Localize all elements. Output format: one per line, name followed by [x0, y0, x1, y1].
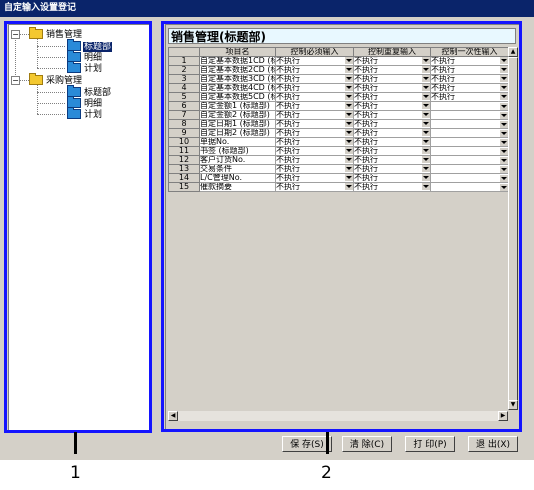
callout-number: 2: [321, 463, 332, 483]
clear-button[interactable]: 清 除(C): [342, 436, 392, 452]
callout-number: 1: [70, 463, 81, 483]
callout-frame-panel: [161, 21, 522, 432]
window-title: 自定输入设置登记: [4, 3, 77, 13]
save-button[interactable]: 保 存(S): [282, 436, 332, 452]
print-button[interactable]: 打 印(P): [405, 436, 455, 452]
title-bar: 自定输入设置登记: [0, 0, 534, 17]
callout-leader: [74, 432, 77, 454]
callout-frame-tree: [4, 21, 152, 433]
exit-button[interactable]: 退 出(X): [468, 436, 518, 452]
callout-leader: [326, 432, 329, 454]
